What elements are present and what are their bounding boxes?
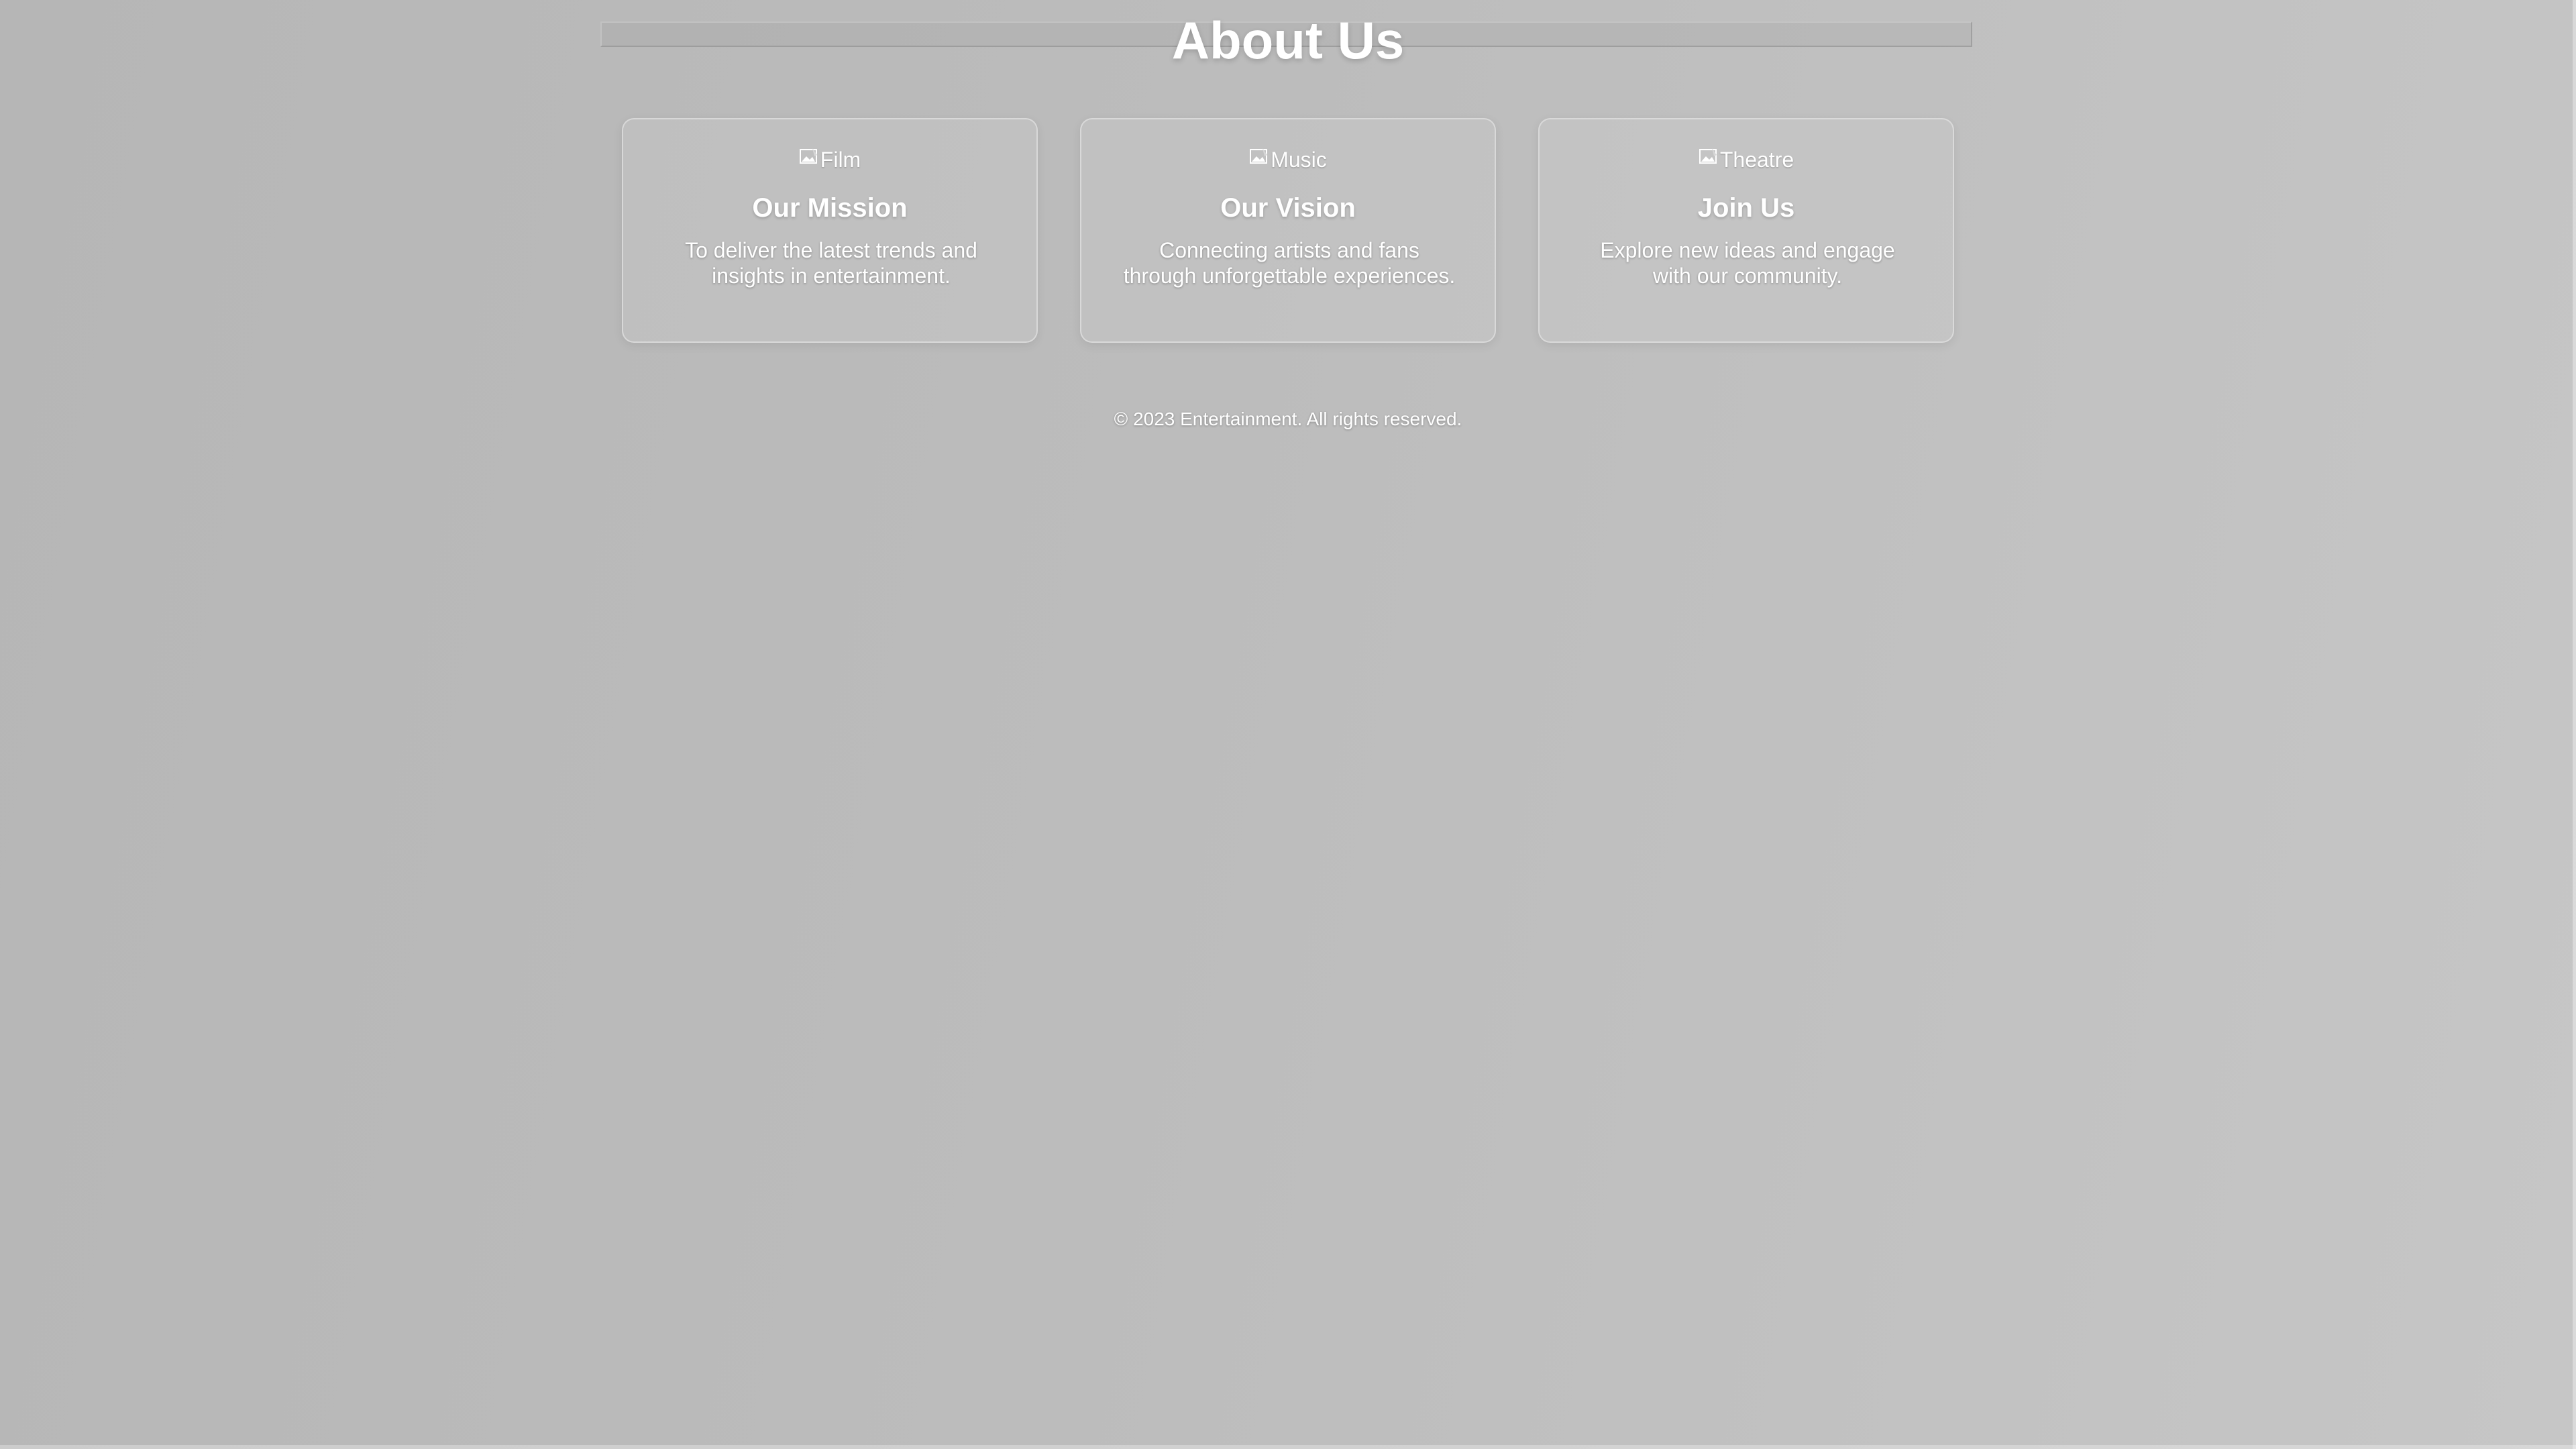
card-our-vision: Music Our Vision Connecting artists and … xyxy=(1080,118,1496,343)
window-edge-right xyxy=(2573,0,2576,1449)
card-text: Connecting artists and fans through unfo… xyxy=(1123,238,1456,288)
broken-image-icon xyxy=(1250,148,1268,164)
broken-image-icon xyxy=(799,148,817,164)
card-image-music: Music xyxy=(1081,145,1495,174)
card-title: Join Us xyxy=(1697,193,1795,223)
card-text: To deliver the latest trends and insight… xyxy=(685,238,977,288)
card-text: Explore new ideas and engage with our co… xyxy=(1600,238,1895,288)
card-our-mission: Film Our Mission To deliver the latest t… xyxy=(622,118,1038,343)
broken-image-icon xyxy=(1699,148,1717,164)
card-image-alt: Film xyxy=(820,147,861,172)
feature-cards: Film Our Mission To deliver the latest t… xyxy=(622,118,1954,343)
card-title: Our Vision xyxy=(1220,193,1356,223)
card-image-alt: Music xyxy=(1271,147,1327,172)
card-image-alt: Theatre xyxy=(1719,147,1794,172)
card-image-film: Film xyxy=(623,145,1036,174)
card-join-us[interactable]: Theatre Join Us Explore new ideas and en… xyxy=(1538,118,1954,343)
page-title: About Us xyxy=(1171,11,1405,70)
card-title: Our Mission xyxy=(752,193,908,223)
card-image-theatre: Theatre xyxy=(1540,145,1953,174)
window-edge-bottom xyxy=(0,1445,2576,1449)
footer-copyright: © 2023 Entertainment. All rights reserve… xyxy=(1114,409,1462,429)
